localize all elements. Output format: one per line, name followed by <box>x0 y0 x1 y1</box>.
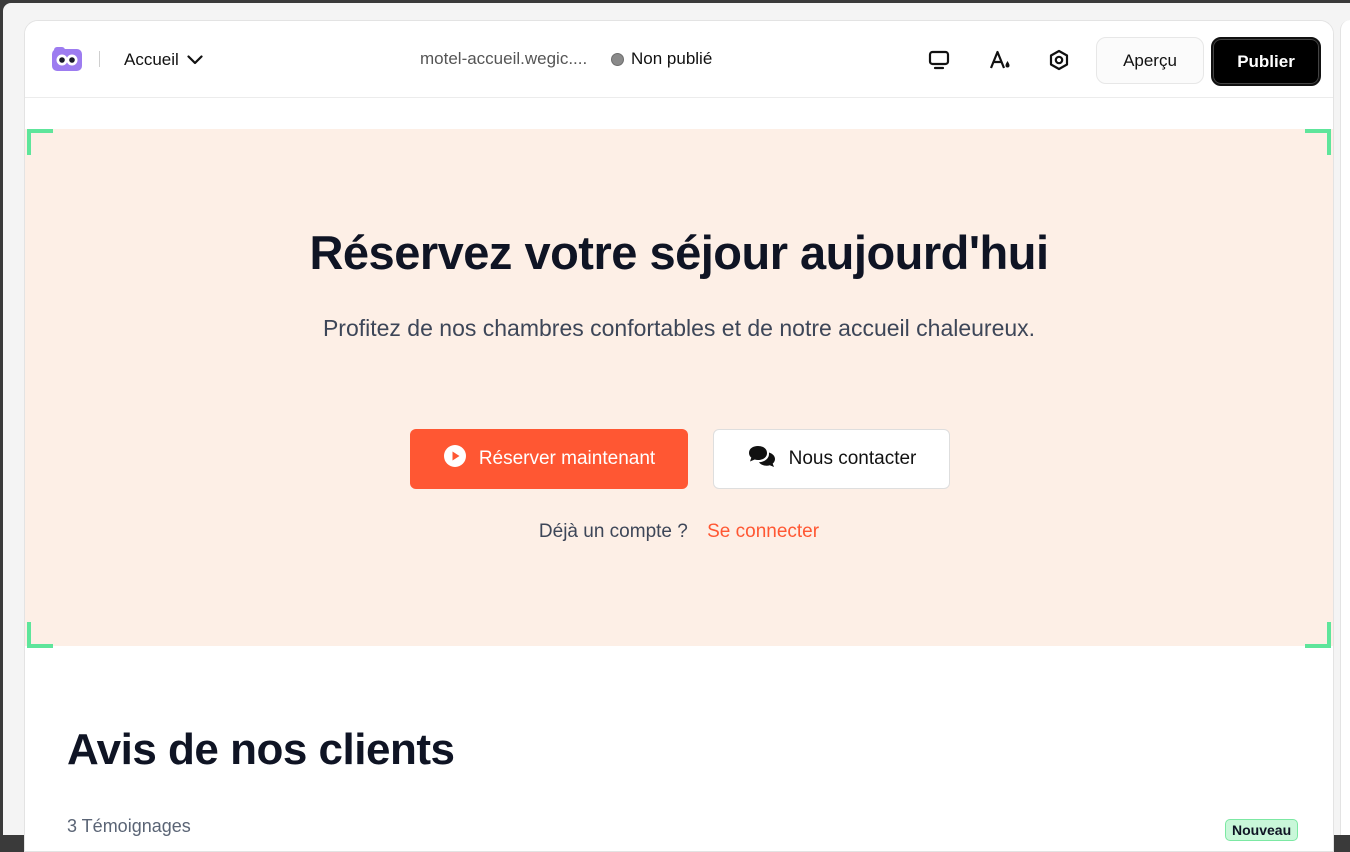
play-circle-icon <box>443 444 467 474</box>
reviews-count: 3 Témoignages <box>67 816 191 836</box>
hero-section[interactable]: Réservez votre séjour aujourd'hui Profit… <box>25 129 1333 648</box>
selection-corner <box>1305 622 1331 648</box>
reviews-title: Avis de nos clients <box>67 725 455 774</box>
publish-button[interactable]: Publier <box>1211 37 1321 86</box>
new-badge: Nouveau <box>1225 819 1299 841</box>
settings-hexagon-icon[interactable] <box>1046 47 1072 73</box>
side-panel-edge <box>1340 20 1350 835</box>
publish-status: Non publié <box>611 49 712 69</box>
editor-toolbar: Accueil motel-accueil.wegic.... Non publ… <box>25 21 1333 98</box>
toolbar-divider <box>99 51 100 67</box>
selection-corner <box>27 622 53 648</box>
hero-title: Réservez votre séjour aujourd'hui <box>309 226 1049 279</box>
font-color-icon[interactable] <box>987 47 1013 73</box>
chevron-down-icon <box>187 50 203 70</box>
contact-button[interactable]: Nous contacter <box>713 429 950 489</box>
site-editor-canvas: Accueil motel-accueil.wegic.... Non publ… <box>24 20 1334 852</box>
owl-logo-icon[interactable] <box>52 47 82 71</box>
login-link[interactable]: Se connecter <box>707 521 819 542</box>
hero-subtitle: Profitez de nos chambres confortables et… <box>322 315 1036 341</box>
page-selector-label: Accueil <box>124 50 179 69</box>
book-now-label: Réserver maintenant <box>478 448 656 469</box>
site-url[interactable]: motel-accueil.wegic.... <box>420 49 587 69</box>
page-selector[interactable]: Accueil <box>124 47 203 73</box>
login-prompt: Déjà un compte ? Se connecter <box>25 521 1333 543</box>
monitor-icon[interactable] <box>926 47 952 73</box>
status-dot-icon <box>611 52 624 66</box>
selection-corner <box>1305 129 1331 155</box>
preview-button[interactable]: Aperçu <box>1096 37 1204 84</box>
publish-status-label: Non publié <box>631 49 713 68</box>
chat-bubbles-icon <box>747 444 777 474</box>
login-question: Déjà un compte ? <box>538 521 688 542</box>
book-now-button[interactable]: Réserver maintenant <box>410 429 688 489</box>
selection-corner <box>27 129 53 155</box>
contact-label: Nous contacter <box>788 448 917 469</box>
